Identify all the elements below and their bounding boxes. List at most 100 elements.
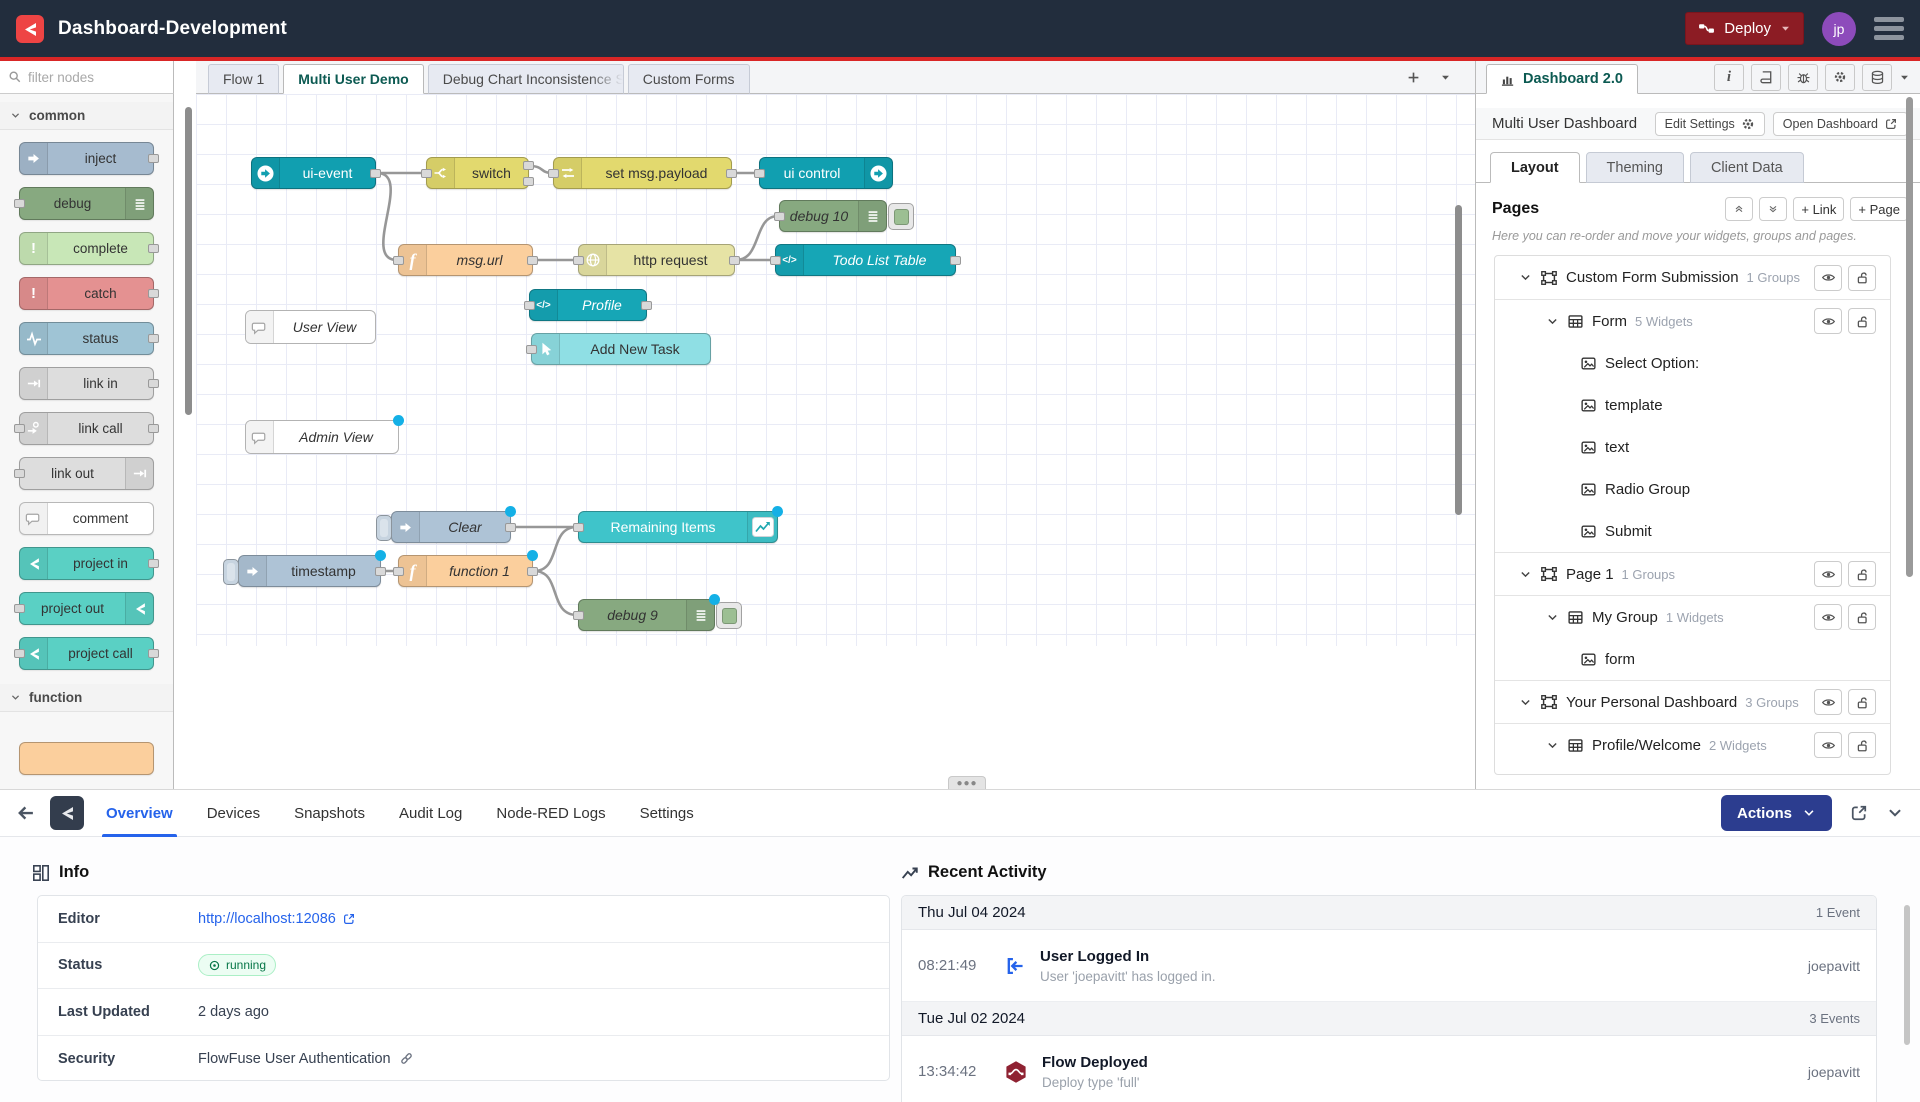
input-port[interactable] (770, 256, 781, 265)
node-debug-10[interactable]: debug 10 (779, 200, 887, 232)
open-dashboard-button[interactable]: Open Dashboard (1773, 112, 1908, 136)
visibility-button[interactable] (1814, 732, 1842, 758)
palette-node-debug[interactable]: debug (19, 187, 154, 220)
dashboard-tab-client-data[interactable]: Client Data (1690, 152, 1804, 183)
tree-row-form[interactable]: form (1495, 638, 1890, 680)
node-msg-url[interactable]: fmsg.url (398, 244, 533, 276)
input-port[interactable] (14, 604, 25, 613)
input-port[interactable] (754, 169, 765, 178)
output-port[interactable] (523, 161, 534, 170)
tree-row-custom-form-submission[interactable]: Custom Form Submission1 Groups (1495, 256, 1890, 299)
node-timestamp[interactable]: timestamp (238, 555, 381, 587)
output-port[interactable] (505, 523, 516, 532)
activity-event-row[interactable]: 13:34:42 Flow Deployed Deploy type 'full… (902, 1036, 1876, 1102)
chevron-down-icon[interactable] (1519, 568, 1532, 581)
instance-tab-snapshots[interactable]: Snapshots (294, 790, 365, 837)
node-clear[interactable]: Clear (391, 511, 511, 543)
collapse-panel-icon[interactable] (1886, 804, 1904, 822)
dashboard-tab-layout[interactable]: Layout (1490, 152, 1580, 183)
lock-button[interactable] (1848, 308, 1876, 334)
input-port[interactable] (393, 256, 404, 265)
avatar[interactable]: jp (1822, 12, 1856, 46)
palette-node-link-in[interactable]: link in (19, 367, 154, 400)
debug-toggle-button[interactable] (716, 602, 742, 629)
actions-button[interactable]: Actions (1721, 795, 1832, 831)
canvas-scrollbar[interactable] (1455, 205, 1462, 515)
instance-tab-devices[interactable]: Devices (207, 790, 260, 837)
sidebar-scrollbar[interactable] (1906, 97, 1913, 577)
tree-row-radio-group[interactable]: Radio Group (1495, 468, 1890, 510)
input-port[interactable] (14, 424, 25, 433)
deploy-caret-icon[interactable] (1780, 23, 1791, 34)
editor-link[interactable]: http://localhost:12086 (198, 911, 356, 927)
add-link-button[interactable]: + Link (1793, 197, 1844, 221)
output-port[interactable] (950, 256, 961, 265)
visibility-button[interactable] (1814, 689, 1842, 715)
chevron-down-icon[interactable] (1546, 611, 1559, 624)
node-switch[interactable]: switch (426, 157, 529, 189)
input-port[interactable] (573, 611, 584, 620)
tree-row-my-group[interactable]: My Group1 Widgets (1495, 595, 1890, 638)
output-port[interactable] (148, 649, 159, 658)
tree-row-submit[interactable]: Submit (1495, 510, 1890, 552)
node-function-1[interactable]: ffunction 1 (398, 555, 533, 587)
flow-tab-flow-1[interactable]: Flow 1 (208, 64, 279, 94)
input-port[interactable] (14, 199, 25, 208)
input-port[interactable] (393, 567, 404, 576)
output-port[interactable] (729, 256, 740, 265)
help-tab-button[interactable] (1751, 64, 1781, 91)
output-port[interactable] (148, 559, 159, 568)
palette-category-common[interactable]: common (0, 102, 173, 130)
inject-button[interactable] (223, 559, 239, 585)
node-http-request[interactable]: http request (578, 244, 735, 276)
lock-button[interactable] (1848, 689, 1876, 715)
instance-tab-audit-log[interactable]: Audit Log (399, 790, 462, 837)
filter-nodes-input[interactable] (28, 70, 158, 85)
input-port[interactable] (421, 169, 432, 178)
output-port[interactable] (148, 424, 159, 433)
split-drag-handle[interactable]: ●●● (948, 776, 986, 789)
palette-node-complete[interactable]: !complete (19, 232, 154, 265)
output-port[interactable] (641, 301, 652, 310)
output-port[interactable] (527, 256, 538, 265)
visibility-button[interactable] (1814, 604, 1842, 630)
palette-node-link-call[interactable]: link call (19, 412, 154, 445)
tree-row-text[interactable]: text (1495, 426, 1890, 468)
node-ui-control[interactable]: ui control (759, 157, 893, 189)
tree-row-page-1[interactable]: Page 11 Groups (1495, 552, 1890, 595)
output-port[interactable] (148, 289, 159, 298)
output-port[interactable] (370, 169, 381, 178)
flow-tab-debug-chart-inconsistence-s[interactable]: Debug Chart Inconsistence S (428, 64, 624, 94)
node-todo-list-table[interactable]: </>Todo List Table (775, 244, 956, 276)
activity-event-row[interactable]: 08:21:49 User Logged In User 'joepavitt'… (902, 930, 1876, 1002)
tree-row-your-personal-dashboard[interactable]: Your Personal Dashboard3 Groups (1495, 680, 1890, 723)
palette-node-catch[interactable]: !catch (19, 277, 154, 310)
input-port[interactable] (573, 256, 584, 265)
inject-button[interactable] (376, 515, 392, 541)
tree-row-profile-welcome[interactable]: Profile/Welcome2 Widgets (1495, 723, 1890, 766)
palette-node-status[interactable]: status (19, 322, 154, 355)
node-remaining-items[interactable]: Remaining Items (578, 511, 778, 543)
input-port[interactable] (548, 169, 559, 178)
palette-node-comment[interactable]: comment (19, 502, 154, 535)
input-port[interactable] (14, 469, 25, 478)
node-admin-view[interactable]: Admin View (245, 420, 399, 454)
output-port[interactable] (148, 334, 159, 343)
palette-scrollbar[interactable] (185, 107, 192, 415)
open-editor-icon[interactable] (1849, 803, 1869, 823)
input-port[interactable] (774, 212, 785, 221)
instance-tab-settings[interactable]: Settings (640, 790, 694, 837)
output-port[interactable] (527, 567, 538, 576)
flow-list-caret-icon[interactable] (1440, 72, 1451, 83)
lock-button[interactable] (1848, 604, 1876, 630)
info-tab-button[interactable]: i (1714, 64, 1744, 91)
sidebar-menu-caret-icon[interactable] (1899, 72, 1910, 83)
node-set-msg-payload[interactable]: set msg.payload (553, 157, 732, 189)
output-port[interactable] (148, 154, 159, 163)
node-profile[interactable]: </>Profile (529, 289, 647, 321)
node-ui-event[interactable]: ui-event (251, 157, 376, 189)
palette-node-partial[interactable] (19, 742, 154, 775)
input-port[interactable] (524, 301, 535, 310)
chevron-down-icon[interactable] (1546, 739, 1559, 752)
palette-node-project-call[interactable]: project call (19, 637, 154, 670)
